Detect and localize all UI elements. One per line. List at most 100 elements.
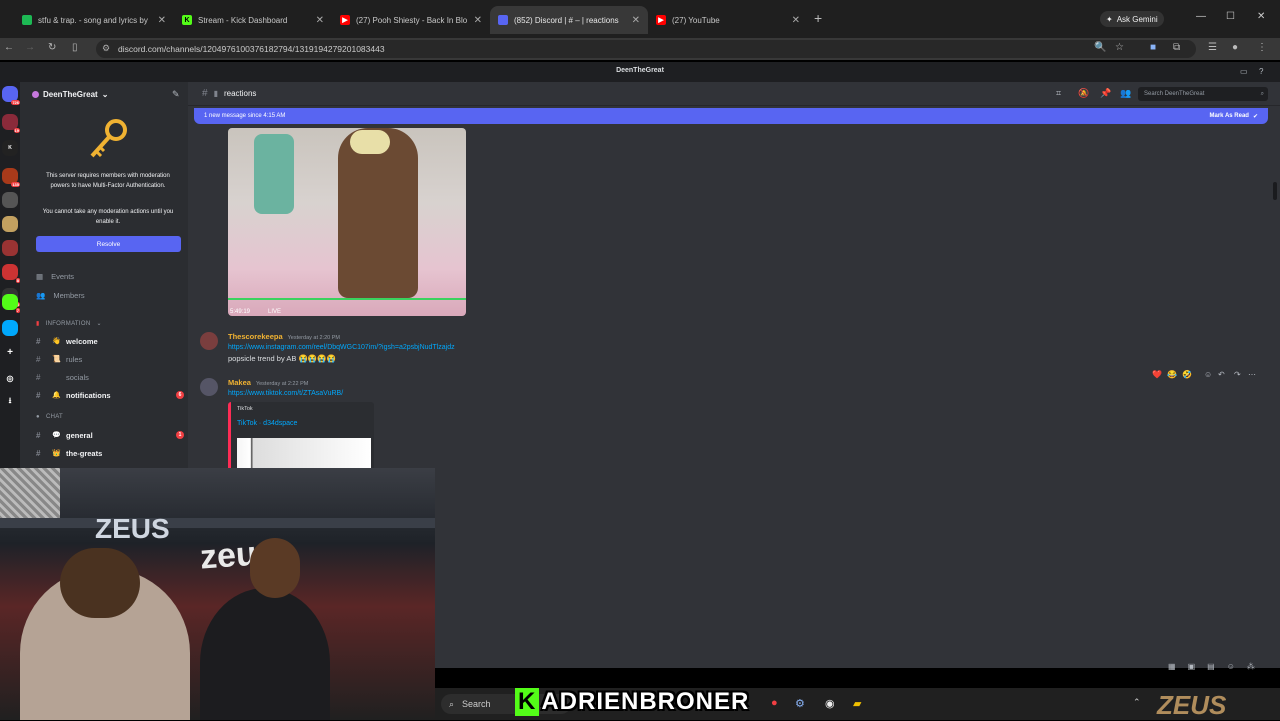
notification-settings-icon[interactable]: 🔕 — [1078, 88, 1089, 99]
new-messages-bar[interactable]: 1 new message since 4:15 AM Mark As Read… — [194, 108, 1268, 124]
close-tab-icon[interactable]: ✕ — [158, 15, 166, 26]
sidebar-toggle-icon[interactable]: ▯ — [72, 42, 78, 53]
maximize-icon[interactable]: ☐ — [1226, 11, 1235, 22]
server-icon[interactable] — [2, 320, 18, 336]
server-icon[interactable]: K — [2, 140, 18, 156]
members-link[interactable]: 👥 Members — [36, 291, 85, 300]
video-embed[interactable]: 5:49:19 LIVE — [228, 128, 466, 316]
embed-title[interactable]: TikTok · d34dspace — [237, 420, 297, 427]
browser-tab-youtube-video[interactable]: ▶ (27) Pooh Shiesty - Back In Blo ✕ — [332, 6, 490, 34]
message-link[interactable]: https://www.tiktok.com/t/ZTAsaVuRB/ — [228, 390, 343, 397]
forward-icon[interactable]: → — [25, 42, 35, 53]
embed-thumbnail[interactable] — [237, 438, 371, 468]
close-tab-icon[interactable]: ✕ — [316, 15, 324, 26]
mark-as-read-button[interactable]: Mark As Read — [1210, 113, 1249, 119]
reading-list-icon[interactable]: ☰ — [1208, 42, 1217, 53]
resolve-button[interactable]: Resolve — [36, 236, 181, 252]
channel-socials[interactable]: # socials — [36, 369, 184, 385]
chat-scrollbar[interactable] — [1273, 182, 1277, 200]
extension-icon[interactable]: ■ — [1150, 42, 1156, 53]
server-icon[interactable]: 726 — [2, 86, 20, 105]
member-list-icon[interactable]: 👥 — [1120, 88, 1131, 99]
reaction-laugh[interactable]: 😂 — [1167, 370, 1177, 379]
obs-icon[interactable]: ◉ — [825, 697, 835, 710]
server-icon[interactable]: 8 — [2, 264, 20, 283]
channel-the-greats[interactable]: # 👑 the-greats — [36, 445, 184, 461]
apps-icon[interactable]: ⁂ — [1247, 662, 1255, 671]
url-input[interactable]: ⚙ discord.com/channels/12049761003761827… — [96, 40, 1196, 58]
server-icon[interactable] — [2, 192, 18, 208]
bottom-toolbar: ▦ ▣ ▤ ☺ ⁂ — [1168, 662, 1255, 671]
minimize-icon[interactable]: — — [1196, 11, 1206, 22]
reload-icon[interactable]: ↻ — [48, 42, 56, 53]
reaction-heart[interactable]: ❤️ — [1152, 370, 1162, 379]
server-icon[interactable] — [2, 216, 18, 232]
tiktok-embed[interactable]: TikTok TikTok · d34dspace — [228, 402, 374, 472]
threads-icon[interactable]: ⌗ — [1056, 88, 1061, 99]
tray-chevron-icon[interactable]: ⌃ — [1133, 697, 1141, 708]
forward-icon[interactable]: ↷ — [1234, 370, 1241, 379]
gif-icon[interactable]: ▣ — [1188, 662, 1196, 671]
extensions-puzzle-icon[interactable]: ⧉ — [1173, 42, 1180, 53]
more-options-icon[interactable]: ⋯ — [1248, 370, 1256, 379]
browser-tab-spotify[interactable]: stfu & trap. - song and lyrics by ✕ — [14, 6, 174, 34]
reply-icon[interactable]: ↶ — [1218, 370, 1225, 379]
guild-header[interactable]: DeenTheGreat ⌄ — [32, 90, 108, 99]
server-icon[interactable] — [2, 240, 18, 256]
members-label: Members — [53, 291, 85, 300]
help-icon[interactable]: ? — [1259, 67, 1263, 76]
video-progress-bar[interactable] — [228, 298, 466, 300]
sticker-icon[interactable]: ▤ — [1207, 662, 1215, 671]
more-menu-icon[interactable]: ⋮ — [1257, 42, 1267, 53]
close-window-icon[interactable]: ✕ — [1257, 11, 1265, 22]
message-author[interactable]: Thescorekeepa Yesterday at 2:20 PM — [228, 332, 340, 341]
close-tab-icon[interactable]: ✕ — [632, 15, 640, 26]
cam-person-head — [250, 538, 300, 598]
new-tab-button[interactable]: + — [814, 10, 822, 26]
close-tab-icon[interactable]: ✕ — [474, 15, 482, 26]
back-icon[interactable]: ← — [4, 42, 14, 53]
chat-bubble-icon: ● — [36, 414, 40, 420]
channel-general[interactable]: # 💬 general 1 — [36, 427, 184, 443]
server-icon[interactable]: 135 — [2, 168, 20, 187]
avatar[interactable] — [200, 332, 218, 350]
channel-welcome[interactable]: # 👋 welcome — [36, 333, 184, 349]
steam-icon[interactable]: ⚙ — [795, 697, 805, 710]
category-information[interactable]: ▮ INFORMATION ⌄ — [36, 320, 102, 328]
profile-avatar-icon[interactable]: ● — [1232, 42, 1238, 53]
ask-gemini-button[interactable]: ✦ Ask Gemini — [1100, 11, 1164, 27]
server-icon[interactable]: 7 — [2, 294, 20, 313]
events-link[interactable]: ▦ Events — [36, 272, 74, 281]
channel-emoji: 💬 — [52, 432, 61, 439]
browser-tab-youtube[interactable]: ▶ (27) YouTube ✕ — [648, 6, 808, 34]
message-author[interactable]: Makea Yesterday at 2:22 PM — [228, 378, 308, 387]
discover-icon[interactable]: ◎ — [2, 370, 18, 386]
taskbar-search-label: Search — [462, 699, 491, 709]
channel-notifications[interactable]: # 🔔 notifications 6 — [36, 387, 184, 403]
message-link[interactable]: https://www.instagram.com/reel/DbqWGC107… — [228, 344, 455, 351]
search-input[interactable]: Search DeenTheGreat ⌕ — [1138, 87, 1268, 101]
close-tab-icon[interactable]: ✕ — [792, 15, 800, 26]
pin-icon[interactable]: 📌 — [1100, 88, 1111, 99]
site-info-icon[interactable]: ⚙ — [102, 43, 110, 54]
invite-icon[interactable]: ✎ — [172, 89, 180, 100]
gift-icon[interactable]: ▦ — [1168, 662, 1176, 671]
avatar[interactable] — [200, 378, 218, 396]
inbox-icon[interactable]: ▭ — [1240, 67, 1248, 76]
download-icon[interactable]: ⭳ — [2, 394, 18, 410]
emoji-icon[interactable]: ☺ — [1227, 662, 1235, 671]
reaction-rofl[interactable]: 🤣 — [1182, 370, 1192, 379]
browser-tab-kick[interactable]: K Stream - Kick Dashboard ✕ — [174, 6, 332, 34]
browser-tab-discord[interactable]: (852) Discord | # – | reactions ✕ — [490, 6, 648, 34]
add-reaction-icon[interactable]: ☺ — [1204, 370, 1212, 379]
os-taskbar: ⌕ Search ● ⚙ ◉ ▰ ⌃ K ADRIENBRONER ZEUS — [435, 688, 1280, 720]
channel-rules[interactable]: # 📜 rules — [36, 351, 184, 367]
channel-header: # ▮ reactions — [188, 82, 1280, 106]
category-chat[interactable]: ● CHAT — [36, 414, 63, 420]
zoom-icon[interactable]: 🔍 — [1094, 42, 1106, 53]
server-icon[interactable]: 19 — [2, 114, 20, 133]
add-server-icon[interactable]: + — [2, 344, 18, 360]
bookmark-star-icon[interactable]: ☆ — [1115, 42, 1124, 53]
app-icon[interactable]: ● — [771, 697, 778, 709]
file-explorer-icon[interactable]: ▰ — [853, 697, 861, 710]
